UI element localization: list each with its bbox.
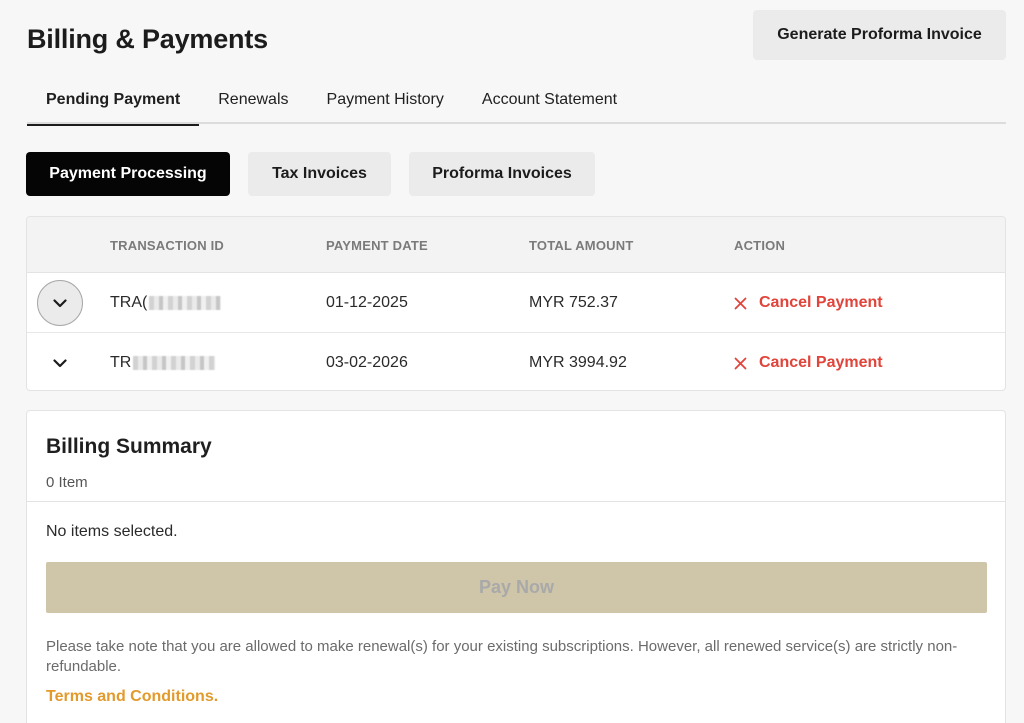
column-transaction-id: TRANSACTION ID [110,237,225,253]
tab-pending-payment[interactable]: Pending Payment [27,76,200,126]
subtab-tax-invoices[interactable]: Tax Invoices [248,152,391,196]
redacted-transaction-id [133,356,216,370]
tab-payment-history[interactable]: Payment History [308,76,463,124]
chevron-down-icon [53,298,67,307]
pay-now-button[interactable]: Pay Now [46,562,987,613]
billing-summary: Billing Summary 0 Item No items selected… [26,410,1006,723]
billing-summary-title: Billing Summary [46,435,212,458]
terms-and-conditions-link[interactable]: Terms and Conditions. [46,688,218,706]
subtab-proforma-invoices[interactable]: Proforma Invoices [409,152,595,196]
total-amount: MYR 752.37 [529,294,618,311]
column-total-amount: TOTAL AMOUNT [529,237,634,253]
page-title: Billing & Payments [27,24,268,54]
sub-tabs: Payment Processing Tax Invoices Proforma… [26,152,595,196]
column-action: ACTION [734,237,786,253]
table-row: TRA( 01-12-2025 MYR 752.37 Cancel Paymen… [27,273,1005,333]
divider [27,501,1005,502]
transactions-table: TRANSACTION ID PAYMENT DATE TOTAL AMOUNT… [26,216,1006,391]
renewal-note: Please take note that you are allowed to… [46,638,958,675]
tab-account-statement[interactable]: Account Statement [463,76,636,124]
column-payment-date: PAYMENT DATE [326,237,428,253]
transaction-id-prefix: TRA( [110,294,148,311]
item-count: 0 Item [46,474,88,491]
main-tabs: Pending Payment Renewals Payment History… [27,76,1006,126]
cancel-payment-label: Cancel Payment [759,354,883,371]
cancel-payment-label: Cancel Payment [759,294,883,311]
expand-row-button[interactable] [37,340,83,386]
cancel-payment-button[interactable]: Cancel Payment [734,273,883,333]
total-amount: MYR 3994.92 [529,354,627,371]
cancel-payment-button[interactable]: Cancel Payment [734,333,883,390]
subtab-payment-processing[interactable]: Payment Processing [26,152,230,196]
transaction-id: TR [110,333,216,390]
close-icon [734,297,747,310]
empty-state-text: No items selected. [46,523,178,540]
payment-date: 03-02-2026 [326,354,408,371]
redacted-transaction-id [149,296,222,310]
table-header: TRANSACTION ID PAYMENT DATE TOTAL AMOUNT… [27,217,1005,273]
chevron-down-icon [53,358,67,367]
generate-proforma-invoice-button[interactable]: Generate Proforma Invoice [753,10,1006,60]
tab-renewals[interactable]: Renewals [199,76,307,124]
table-row: TR 03-02-2026 MYR 3994.92 Cancel Payment [27,333,1005,390]
payment-date: 01-12-2025 [326,294,408,311]
transaction-id: TRA( [110,273,222,333]
expand-row-button[interactable] [37,280,83,326]
transaction-id-prefix: TR [110,354,132,371]
close-icon [734,357,747,370]
